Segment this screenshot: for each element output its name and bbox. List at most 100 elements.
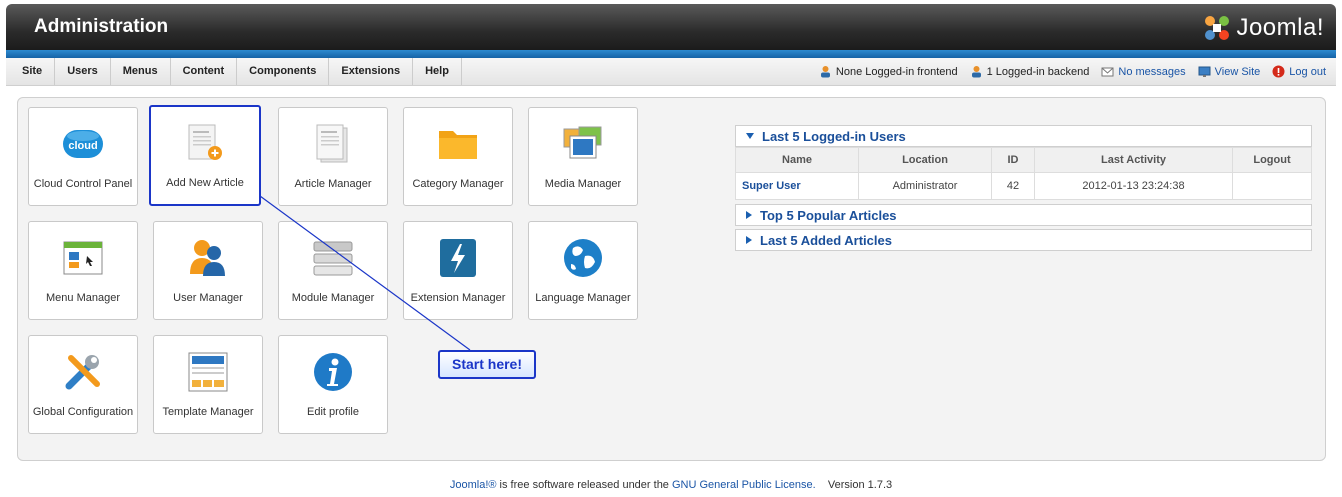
tools-icon — [65, 355, 100, 390]
section-title: Last 5 Logged-in Users — [762, 128, 906, 144]
messages-link[interactable]: No messages — [1101, 65, 1186, 78]
tile-label: User Manager — [173, 292, 243, 304]
modules-panel: Last 5 Logged-in Users Name Location ID … — [735, 125, 1312, 251]
tile-label: Media Manager — [544, 178, 622, 190]
user-logout[interactable] — [1232, 172, 1312, 200]
status-bar: None Logged-in frontend 1 Logged-in back… — [819, 58, 1326, 85]
tile-article-manager[interactable]: Article Manager — [278, 107, 388, 206]
backend-users-status: 1 Logged-in backend — [970, 65, 1090, 78]
col-name: Name — [735, 147, 859, 173]
view-site-link[interactable]: View Site — [1198, 65, 1261, 78]
user-icon — [971, 66, 981, 78]
menu-components[interactable]: Components — [237, 58, 330, 85]
section-title: Last 5 Added Articles — [760, 232, 892, 248]
user-name-link[interactable]: Super User — [735, 172, 859, 200]
add-article-icon — [188, 124, 222, 160]
cloud-icon: cloud — [63, 130, 103, 158]
logout-text[interactable]: Log out — [1289, 66, 1326, 78]
monitor-icon — [1198, 66, 1211, 77]
tile-label: Global Configuration — [32, 406, 134, 418]
menu-help[interactable]: Help — [413, 58, 462, 85]
col-id: ID — [991, 147, 1035, 173]
user-id: 42 — [991, 172, 1035, 200]
messages-text[interactable]: No messages — [1118, 66, 1185, 78]
tile-extension-manager[interactable]: Extension Manager — [403, 221, 513, 320]
tile-language-manager[interactable]: Language Manager — [528, 221, 638, 320]
backend-users-text: 1 Logged-in backend — [986, 65, 1090, 78]
section-title: Top 5 Popular Articles — [760, 207, 897, 223]
table-header-row: Name Location ID Last Activity Logout — [735, 147, 1312, 173]
version-text: Version 1.7.3 — [827, 479, 893, 491]
col-logout: Logout — [1232, 147, 1312, 173]
user-location: Administrator — [858, 172, 992, 200]
header-bar: Administration Joomla! — [6, 4, 1336, 50]
license-link[interactable]: GNU General Public License. — [672, 479, 816, 491]
start-here-callout: Start here! — [438, 350, 536, 379]
header-stripe — [6, 50, 1336, 58]
joomla-link[interactable]: Joomla!® — [450, 479, 497, 491]
expanded-icon — [746, 133, 754, 139]
col-location: Location — [858, 147, 992, 173]
tile-label: Language Manager — [535, 292, 631, 304]
view-site-text[interactable]: View Site — [1215, 66, 1261, 78]
user-icon — [820, 66, 830, 78]
info-icon — [314, 353, 352, 391]
joomla-logo: Joomla! — [1202, 12, 1324, 44]
users-icon — [190, 240, 225, 276]
menu-content[interactable]: Content — [171, 58, 238, 85]
svg-text:cloud: cloud — [68, 140, 97, 152]
popular-articles-header[interactable]: Top 5 Popular Articles — [735, 204, 1312, 226]
menu-users[interactable]: Users — [55, 58, 111, 85]
tile-label: Cloud Control Panel — [33, 178, 133, 190]
tile-module-manager[interactable]: Module Manager — [278, 221, 388, 320]
footer-text: is free software released under the — [496, 479, 672, 491]
tile-cloud-control-panel[interactable]: cloud Cloud Control Panel — [28, 107, 138, 206]
menu-extensions[interactable]: Extensions — [329, 58, 414, 85]
tile-edit-profile[interactable]: Edit profile — [278, 335, 388, 434]
tile-label: Category Manager — [412, 178, 504, 190]
tile-global-configuration[interactable]: Global Configuration — [28, 335, 138, 434]
table-row: Super User Administrator 42 2012-01-13 2… — [735, 172, 1312, 200]
collapsed-icon — [746, 211, 752, 219]
logged-in-users-header[interactable]: Last 5 Logged-in Users — [735, 125, 1312, 147]
tile-add-new-article[interactable]: Add New Article — [149, 105, 261, 206]
template-icon — [188, 352, 228, 392]
page-title: Administration — [34, 16, 169, 37]
tile-label: Template Manager — [162, 406, 254, 418]
added-articles-header[interactable]: Last 5 Added Articles — [735, 229, 1312, 251]
menu-icon — [63, 241, 103, 275]
menu-bar: Site Users Menus Content Components Exte… — [6, 58, 1336, 86]
tile-label: Extension Manager — [410, 292, 506, 304]
menu-menus[interactable]: Menus — [111, 58, 171, 85]
globe-icon — [564, 239, 602, 277]
tile-label: Module Manager — [291, 292, 375, 304]
menu-site[interactable]: Site — [10, 58, 56, 85]
media-icon — [563, 126, 602, 159]
frontend-users-status: None Logged-in frontend — [819, 65, 958, 78]
main-menu: Site Users Menus Content Components Exte… — [10, 58, 462, 85]
collapsed-icon — [746, 236, 752, 244]
frontend-users-text: None Logged-in frontend — [835, 65, 958, 78]
tile-user-manager[interactable]: User Manager — [153, 221, 263, 320]
user-last-activity: 2012-01-13 23:24:38 — [1034, 172, 1233, 200]
article-icon — [316, 124, 348, 163]
extension-icon — [440, 239, 476, 277]
tile-category-manager[interactable]: Category Manager — [403, 107, 513, 206]
footer: Joomla!® is free software released under… — [0, 479, 1342, 491]
tile-label: Menu Manager — [46, 292, 120, 304]
joomla-logo-text: Joomla! — [1236, 14, 1324, 41]
tile-template-manager[interactable]: Template Manager — [153, 335, 263, 434]
tile-menu-manager[interactable]: Menu Manager — [28, 221, 138, 320]
tile-label: Add New Article — [166, 177, 244, 189]
message-icon — [1101, 67, 1114, 77]
col-last-activity: Last Activity — [1034, 147, 1233, 173]
logout-link[interactable]: Log out — [1272, 65, 1326, 78]
logged-in-users-table: Name Location ID Last Activity Logout Su… — [735, 147, 1312, 200]
tile-media-manager[interactable]: Media Manager — [528, 107, 638, 206]
logout-icon — [1272, 65, 1285, 78]
tile-label: Article Manager — [294, 178, 372, 190]
module-icon — [313, 241, 353, 276]
folder-icon — [439, 131, 477, 159]
joomla-logo-icon — [1205, 16, 1230, 40]
tile-label: Edit profile — [307, 406, 359, 418]
